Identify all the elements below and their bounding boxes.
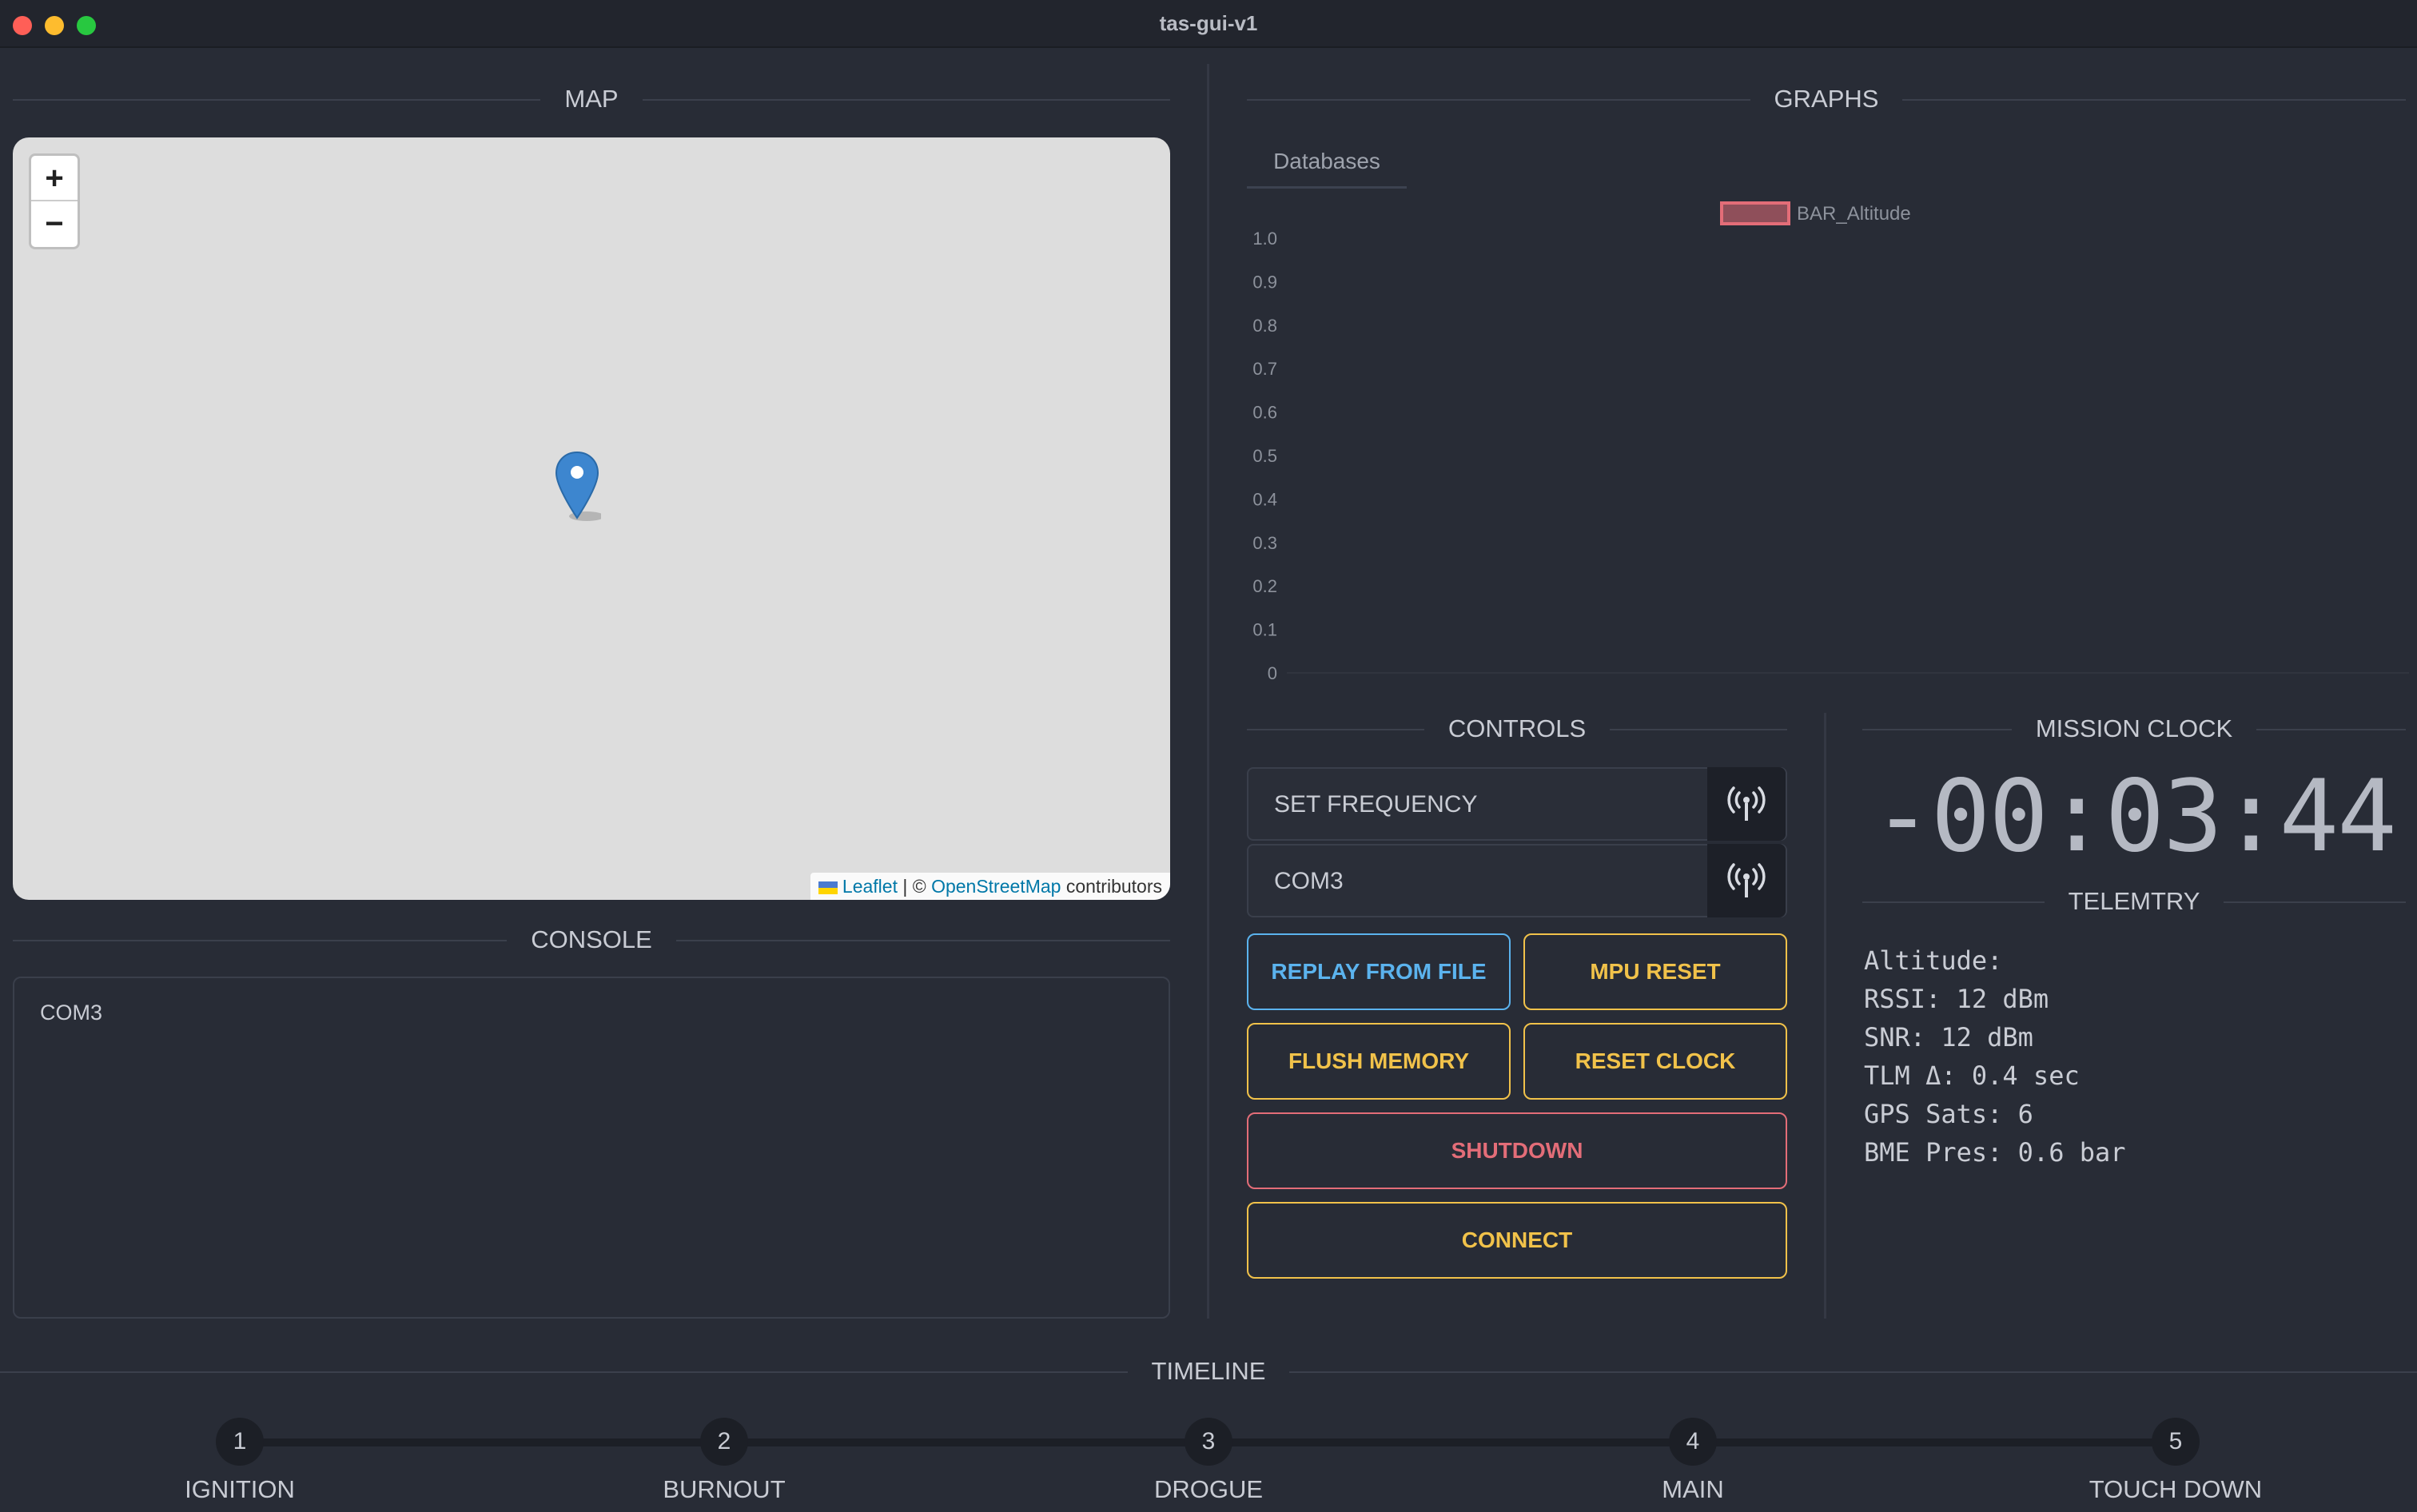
leaflet-link[interactable]: Leaflet	[842, 876, 898, 897]
map-attribution: Leaflet | © OpenStreetMap contributors	[810, 873, 1170, 900]
graphs-section-header: GRAPHS	[1247, 83, 2406, 115]
y-tick-label: 0.4	[1252, 489, 1277, 509]
y-tick-label: 0.7	[1252, 359, 1277, 379]
openstreetmap-link[interactable]: OpenStreetMap	[931, 876, 1061, 897]
y-tick-label: 0.3	[1252, 533, 1277, 553]
console-line: COM3	[40, 1001, 103, 1025]
map-marker-icon[interactable]	[553, 451, 601, 523]
frequency-field[interactable]: SET FREQUENCY	[1247, 767, 1787, 841]
connect-button[interactable]: CONNECT	[1247, 1202, 1787, 1279]
timeline-title: TIMELINE	[1127, 1357, 1290, 1385]
console-title: CONSOLE	[507, 925, 676, 953]
antenna-icon	[1727, 786, 1766, 821]
timeline-step-main: 4	[1669, 1418, 1717, 1466]
port-input[interactable]: COM3	[1274, 846, 1344, 917]
timeline-step-ignition: 1	[216, 1418, 264, 1466]
graphs-title: GRAPHS	[1750, 85, 1903, 113]
y-tick-label: 0	[1268, 663, 1277, 683]
altitude-chart: 1.0 0.9 0.8 0.7 0.6 0.5 0.4 0.3 0.2 0.1 0 BAR_Altit…	[1252, 201, 2409, 683]
zoom-in-button[interactable]: +	[31, 156, 78, 201]
legend-swatch[interactable]	[1720, 201, 1790, 225]
attribution-contributors: contributors	[1061, 876, 1162, 897]
telemetry-tlm-delta: TLM Δ: 0.4 sec	[1864, 1060, 2080, 1091]
set-frequency-button[interactable]	[1707, 767, 1786, 841]
port-field[interactable]: COM3	[1247, 844, 1787, 917]
frequency-input[interactable]: SET FREQUENCY	[1274, 769, 1478, 841]
mission-clock-display: -00:03:44	[1873, 759, 2397, 874]
telemetry-altitude: Altitude:	[1864, 945, 2003, 976]
shutdown-button[interactable]: SHUTDOWN	[1247, 1112, 1787, 1189]
title-bar: tas-gui-v1	[0, 0, 2417, 48]
timeline-label-burnout: BURNOUT	[663, 1475, 786, 1503]
timeline-step-touch-down: 5	[2152, 1418, 2200, 1466]
telemetry-title: TELEMTRY	[2044, 887, 2224, 915]
mission-clock-title: MISSION CLOCK	[2011, 714, 2257, 742]
timeline-step-drogue: 3	[1185, 1418, 1232, 1466]
map-view[interactable]: + − Leaflet | © OpenStreetMap contributo…	[13, 137, 1170, 900]
panel-divider	[1207, 64, 1209, 1319]
telemetry-snr: SNR: 12 dBm	[1864, 1022, 2033, 1052]
replay-from-file-button[interactable]: REPLAY FROM FILE	[1247, 933, 1511, 1010]
timeline-label-ignition: IGNITION	[185, 1475, 295, 1503]
window-title: tas-gui-v1	[1159, 11, 1258, 35]
y-tick-label: 0.8	[1252, 316, 1277, 336]
telemetry-readout: Altitude: RSSI: 12 dBm SNR: 12 dBm TLM Δ: 0…	[1864, 941, 2126, 1172]
y-tick-label: 0.2	[1252, 576, 1277, 596]
controls-divider	[1824, 713, 1826, 1319]
reset-clock-button[interactable]: RESET CLOCK	[1523, 1023, 1787, 1100]
tab-databases[interactable]: Databases	[1247, 144, 1407, 189]
controls-section-header: CONTROLS	[1247, 713, 1787, 745]
y-tick-label: 0.9	[1252, 272, 1277, 292]
attribution-separator: | ©	[897, 876, 932, 897]
console-output: COM3	[13, 977, 1170, 1319]
timeline-section-header: TIMELINE	[0, 1355, 2417, 1387]
timeline-label-drogue: DROGUE	[1153, 1475, 1264, 1503]
zoom-out-button[interactable]: −	[31, 201, 78, 247]
mpu-reset-button[interactable]: MPU RESET	[1523, 933, 1787, 1010]
telemetry-gps-sats: GPS Sats: 6	[1864, 1099, 2033, 1129]
telemetry-section-header: TELEMTRY	[1862, 885, 2406, 917]
y-tick-label: 1.0	[1252, 229, 1277, 249]
map-section-header: MAP	[13, 83, 1170, 115]
ukraine-flag-icon	[818, 881, 838, 894]
y-tick-label: 0.6	[1252, 403, 1277, 423]
y-tick-label: 0.1	[1252, 620, 1277, 640]
console-section-header: CONSOLE	[13, 924, 1170, 956]
legend-label[interactable]: BAR_Altitude	[1797, 203, 1911, 225]
timeline-label-touch-down: TOUCH DOWN	[2088, 1475, 2263, 1503]
set-port-button[interactable]	[1707, 844, 1786, 917]
controls-title: CONTROLS	[1424, 714, 1611, 742]
zoom-control: + −	[29, 153, 80, 249]
map-title: MAP	[540, 85, 643, 113]
timeline-step-burnout: 2	[700, 1418, 748, 1466]
timeline-label-main: MAIN	[1662, 1475, 1724, 1503]
y-tick-label: 0.5	[1252, 446, 1277, 466]
flush-memory-button[interactable]: FLUSH MEMORY	[1247, 1023, 1511, 1100]
antenna-icon	[1727, 863, 1766, 897]
telemetry-rssi: RSSI: 12 dBm	[1864, 984, 2049, 1014]
telemetry-bme-pressure: BME Pres: 0.6 bar	[1864, 1137, 2126, 1168]
mission-clock-section-header: MISSION CLOCK	[1862, 713, 2406, 745]
